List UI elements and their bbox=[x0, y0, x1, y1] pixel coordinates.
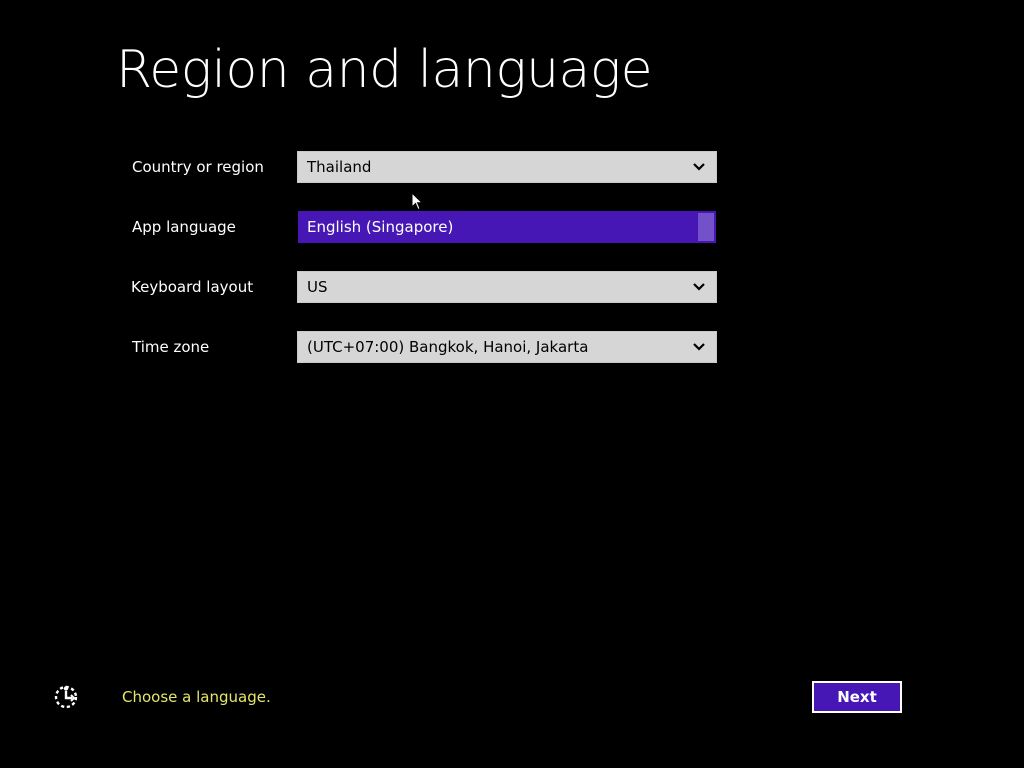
country-label: Country or region bbox=[132, 158, 264, 176]
next-button[interactable]: Next bbox=[812, 681, 902, 713]
country-select[interactable]: Thailand bbox=[297, 151, 717, 183]
country-value: Thailand bbox=[307, 158, 372, 176]
scrollbar-thumb[interactable] bbox=[698, 213, 714, 241]
setup-page: Region and language Country or region Th… bbox=[0, 0, 1024, 768]
timezone-select[interactable]: (UTC+07:00) Bangkok, Hanoi, Jakarta bbox=[297, 331, 717, 363]
app-language-label: App language bbox=[132, 218, 236, 236]
hint-text: Choose a language. bbox=[122, 688, 271, 706]
chevron-down-icon bbox=[691, 152, 707, 182]
app-language-select[interactable]: English (Singapore) bbox=[298, 211, 716, 243]
timezone-label: Time zone bbox=[132, 338, 210, 356]
page-title: Region and language bbox=[116, 40, 653, 100]
keyboard-value: US bbox=[307, 278, 328, 296]
chevron-down-icon bbox=[691, 332, 707, 362]
ease-of-access-icon[interactable] bbox=[52, 683, 80, 711]
timezone-value: (UTC+07:00) Bangkok, Hanoi, Jakarta bbox=[307, 338, 589, 356]
keyboard-label: Keyboard layout bbox=[131, 278, 254, 296]
chevron-down-icon bbox=[691, 272, 707, 302]
keyboard-select[interactable]: US bbox=[297, 271, 717, 303]
mouse-cursor-icon bbox=[411, 192, 423, 211]
app-language-value: English (Singapore) bbox=[307, 218, 454, 236]
